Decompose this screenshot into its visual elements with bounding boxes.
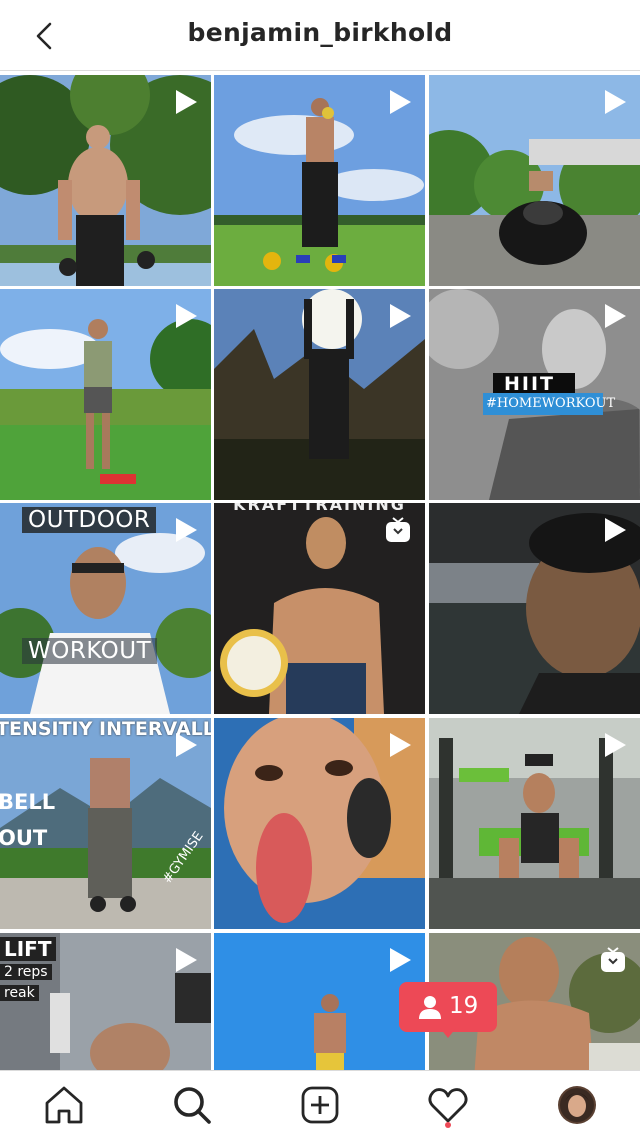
- video-icon: [176, 733, 197, 757]
- post-tile[interactable]: OUTDOOR WORKOUT: [0, 503, 211, 714]
- video-icon: [176, 948, 197, 972]
- post-tile[interactable]: TENSITIY INTERVALL TR BELL OUT #GYMISE: [0, 718, 211, 929]
- igtv-icon: [386, 517, 410, 542]
- overlay-caption: WORKOUT: [22, 638, 158, 664]
- activity-heart-icon[interactable]: [426, 1083, 470, 1127]
- overlay-caption: reak: [0, 985, 39, 1001]
- overlay-caption: OUTDOOR: [22, 507, 157, 533]
- profile-username: benjamin_birkhold: [187, 18, 453, 47]
- overlay-caption: HIIT: [504, 373, 556, 395]
- activity-indicator-dot: [445, 1122, 451, 1128]
- video-icon: [390, 948, 411, 972]
- video-icon: [605, 733, 626, 757]
- post-tile[interactable]: [214, 289, 425, 500]
- overlay-caption: 2 reps: [0, 964, 52, 980]
- overlay-caption: LIFT: [0, 937, 56, 961]
- post-tile[interactable]: KRAFTTRAINING: [214, 503, 425, 714]
- search-icon[interactable]: [170, 1083, 214, 1127]
- video-icon: [605, 518, 626, 542]
- igtv-icon: [601, 947, 625, 972]
- overlay-caption: BELL: [0, 790, 56, 814]
- post-tile[interactable]: [429, 75, 640, 286]
- follower-notification-badge[interactable]: 19: [399, 982, 497, 1040]
- post-tile[interactable]: [429, 503, 640, 714]
- profile-avatar[interactable]: [555, 1083, 599, 1127]
- posts-grid: HIIT #HOMEWORKOUT OUTDOOR WORKOUT KRAFTT…: [0, 75, 640, 1070]
- post-tile[interactable]: LIFT 2 reps reak: [0, 933, 211, 1070]
- video-icon: [176, 518, 197, 542]
- video-icon: [390, 304, 411, 328]
- video-icon: [176, 304, 197, 328]
- notification-tip: [440, 1028, 456, 1038]
- video-icon: [605, 90, 626, 114]
- home-icon[interactable]: [42, 1083, 86, 1127]
- add-post-icon[interactable]: [298, 1083, 342, 1127]
- post-tile[interactable]: [214, 718, 425, 929]
- overlay-caption: OUT: [0, 826, 48, 850]
- post-tile[interactable]: [0, 75, 211, 286]
- video-icon: [605, 304, 626, 328]
- person-icon: [419, 996, 441, 1019]
- bottom-tab-bar: [0, 1070, 640, 1139]
- notification-count: 19: [449, 993, 479, 1019]
- post-tile[interactable]: [214, 933, 425, 1070]
- post-tile[interactable]: [429, 718, 640, 929]
- video-icon: [390, 733, 411, 757]
- post-tile[interactable]: HIIT #HOMEWORKOUT: [429, 289, 640, 500]
- video-icon: [390, 90, 411, 114]
- video-icon: [176, 90, 197, 114]
- post-tile[interactable]: [214, 75, 425, 286]
- overlay-caption: KRAFTTRAINING: [233, 503, 406, 514]
- notification-box: [399, 982, 497, 1032]
- post-tile[interactable]: [0, 289, 211, 500]
- overlay-hashtag: #HOMEWORKOUT: [486, 396, 616, 411]
- top-bar: benjamin_birkhold: [0, 0, 640, 71]
